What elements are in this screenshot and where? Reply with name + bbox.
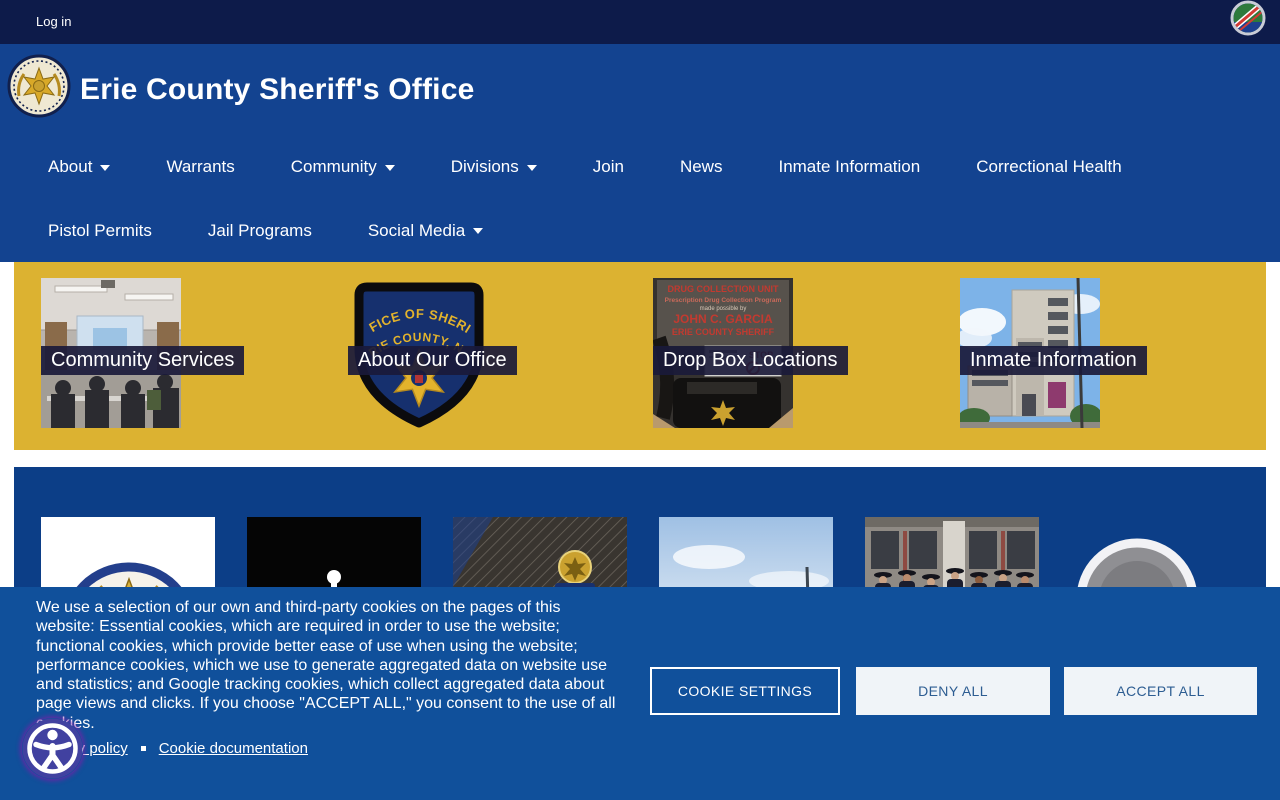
nav-item-divisions[interactable]: Divisions xyxy=(451,157,537,177)
hero-card-drop-box-locations[interactable]: DRUG COLLECTION UNIT Prescription Drug C… xyxy=(653,278,953,438)
nav-item-jail-programs[interactable]: Jail Programs xyxy=(208,221,312,241)
accept-all-button[interactable]: ACCEPT ALL xyxy=(1064,667,1257,715)
nav-item-warrants[interactable]: Warrants xyxy=(166,157,234,177)
nav-item-about[interactable]: About xyxy=(48,157,110,177)
nav-item-inmate-information[interactable]: Inmate Information xyxy=(778,157,920,177)
cookie-message: We use a selection of our own and third-… xyxy=(36,599,616,732)
hero-card-label[interactable]: Inmate Information xyxy=(960,346,1147,375)
bullet-separator xyxy=(140,746,146,751)
quick-links-band: Community Services OFFICE OF SHERIFF ERI… xyxy=(14,262,1266,450)
language-flag-icon[interactable] xyxy=(1230,0,1266,36)
hero-card-about-our-office[interactable]: OFFICE OF SHERIFF ERIE COUNTY, N.Y. Abou… xyxy=(348,278,648,438)
nav-item-correctional-health[interactable]: Correctional Health xyxy=(976,157,1122,177)
nav-item-social-media[interactable]: Social Media xyxy=(368,221,483,241)
poster-line-1: DRUG COLLECTION UNIT xyxy=(668,284,779,294)
nav-row-2: Pistol Permits Jail Programs Social Medi… xyxy=(0,199,1280,262)
nav-item-join[interactable]: Join xyxy=(593,157,624,177)
site-header: Erie County Sheriff's Office xyxy=(0,44,1280,135)
accessibility-widget-button[interactable] xyxy=(22,718,83,779)
login-link[interactable]: Log in xyxy=(36,0,71,44)
nav-row-1: About Warrants Community Divisions Join … xyxy=(0,135,1280,199)
hero-card-community-services[interactable]: Community Services xyxy=(41,278,341,438)
hero-card-inmate-information[interactable]: Inmate Information xyxy=(960,278,1260,438)
poster-line-5: ERIE COUNTY SHERIFF xyxy=(672,327,775,337)
deny-all-button[interactable]: DENY ALL xyxy=(856,667,1050,715)
accessibility-person-icon xyxy=(22,718,83,779)
page-title[interactable]: Erie County Sheriff's Office xyxy=(80,44,474,135)
hero-card-label[interactable]: About Our Office xyxy=(348,346,517,375)
cookie-consent-banner: We use a selection of our own and third-… xyxy=(0,587,1280,800)
hero-card-label[interactable]: Community Services xyxy=(41,346,245,375)
nav-item-news[interactable]: News xyxy=(680,157,723,177)
nav-item-community[interactable]: Community xyxy=(291,157,395,177)
hero-card-label[interactable]: Drop Box Locations xyxy=(653,346,848,375)
nav-item-pistol-permits[interactable]: Pistol Permits xyxy=(48,221,152,241)
poster-line-4: JOHN C. GARCIA xyxy=(673,312,773,326)
cookie-settings-button[interactable]: COOKIE SETTINGS xyxy=(650,667,840,715)
main-navigation: About Warrants Community Divisions Join … xyxy=(0,135,1280,262)
poster-line-2: Prescription Drug Collection Program xyxy=(665,297,782,304)
top-utility-bar: Log in xyxy=(0,0,1280,44)
sheriff-seal-logo[interactable] xyxy=(6,48,72,120)
cookie-documentation-link[interactable]: Cookie documentation xyxy=(159,740,308,757)
page: Log in Erie County Sheriff's Office Abou… xyxy=(0,0,1280,800)
